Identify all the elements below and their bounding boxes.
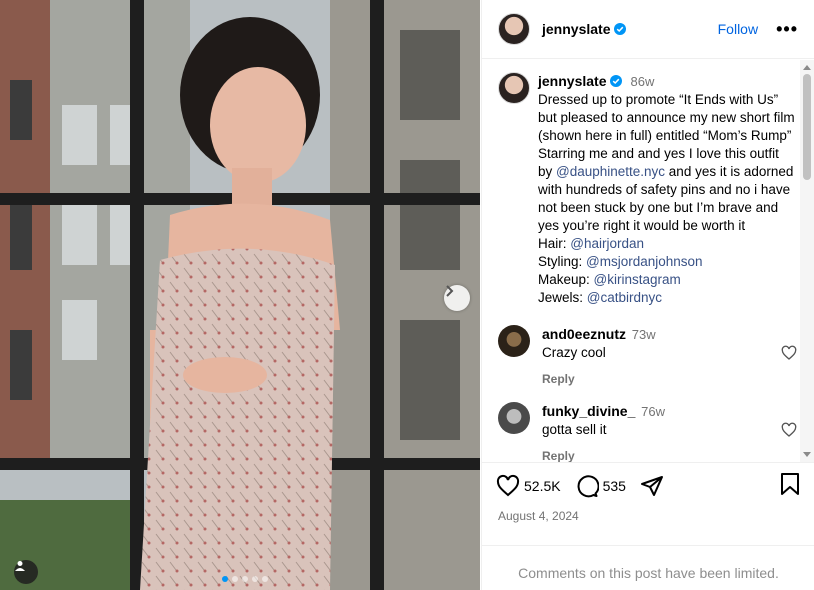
comment-age[interactable]: 76w xyxy=(641,404,665,419)
comment-username[interactable]: funky_divine_ xyxy=(542,403,635,419)
comment-username[interactable]: and0eeznutz xyxy=(542,326,626,342)
mention-link[interactable]: @kirinstagram xyxy=(594,272,681,287)
user-tag-icon xyxy=(15,561,25,571)
avatar[interactable] xyxy=(498,402,530,434)
credit-label: Styling: xyxy=(538,254,587,269)
like-button[interactable]: 52.5K xyxy=(496,474,575,498)
chevron-right-icon xyxy=(446,285,454,297)
photo-illustration xyxy=(0,0,480,590)
header-username[interactable]: jennyslate xyxy=(542,21,627,37)
post-actions: 52.5K 535 August 4, 2024 xyxy=(482,462,814,523)
scroll-down-arrow[interactable] xyxy=(803,452,811,457)
verified-badge-icon xyxy=(614,23,627,35)
verified-badge-icon xyxy=(610,75,623,87)
carousel-dot xyxy=(222,576,228,582)
caption-text: Dressed up to promote “It Ends with Us” … xyxy=(538,91,796,235)
share-icon xyxy=(640,476,663,496)
heart-icon xyxy=(496,474,520,497)
reply-button[interactable]: Reply xyxy=(542,447,665,462)
credit-label: Makeup: xyxy=(538,272,594,287)
credit-line: Hair: @hairjordan xyxy=(538,235,796,253)
comment-item: funky_divine_ 76w gotta sell it Reply xyxy=(482,402,814,462)
comment-button[interactable]: 535 xyxy=(575,474,640,498)
tagged-users-button[interactable] xyxy=(14,560,38,584)
save-button[interactable] xyxy=(779,472,801,501)
post-details-pane: jennyslate Follow ••• jennyslate 86w Dres… xyxy=(481,0,814,590)
caption-age[interactable]: 86w xyxy=(630,74,654,89)
scrollbar[interactable] xyxy=(800,60,814,462)
carousel-indicator xyxy=(222,576,268,582)
scroll-up-arrow[interactable] xyxy=(803,65,811,70)
mention-link[interactable]: @msjordanjohnson xyxy=(586,254,703,269)
post-header: jennyslate Follow ••• xyxy=(482,0,814,59)
carousel-dot xyxy=(242,576,248,582)
comments-scroll-area[interactable]: jennyslate 86w Dressed up to promote “It … xyxy=(482,60,814,462)
credit-label: Hair: xyxy=(538,236,571,251)
comment-item: and0eeznutz 73w Crazy cool Reply xyxy=(482,325,814,388)
header-username-text[interactable]: jennyslate xyxy=(542,21,610,37)
carousel-dot xyxy=(262,576,268,582)
credit-line: Styling: @msjordanjohnson xyxy=(538,253,796,271)
more-options-icon[interactable]: ••• xyxy=(776,19,798,40)
bookmark-icon xyxy=(781,472,799,495)
comment-icon xyxy=(577,475,599,498)
comment-count[interactable]: 535 xyxy=(603,478,626,494)
post-photo[interactable] xyxy=(0,0,480,590)
comment-text: gotta sell it xyxy=(542,422,607,437)
comment-text: Crazy cool xyxy=(542,345,606,360)
avatar[interactable] xyxy=(498,13,530,45)
scrollbar-thumb[interactable] xyxy=(803,74,811,180)
carousel-next-button[interactable] xyxy=(444,285,470,311)
carousel-dot xyxy=(252,576,258,582)
like-count[interactable]: 52.5K xyxy=(524,478,561,494)
caption-username[interactable]: jennyslate xyxy=(538,73,606,89)
comment-age[interactable]: 73w xyxy=(632,327,656,342)
mention-link[interactable]: @hairjordan xyxy=(570,236,644,251)
post-caption: jennyslate 86w Dressed up to promote “It … xyxy=(482,60,814,307)
heart-icon[interactable] xyxy=(781,422,797,438)
share-button[interactable] xyxy=(640,474,664,498)
carousel-dot xyxy=(232,576,238,582)
mention-link[interactable]: @dauphinette.nyc xyxy=(556,164,665,179)
credit-line: Makeup: @kirinstagram xyxy=(538,271,796,289)
comments-limited-notice: Comments on this post have been limited. xyxy=(482,545,814,590)
reply-button[interactable]: Reply xyxy=(542,370,656,388)
heart-icon[interactable] xyxy=(781,345,797,361)
post-date[interactable]: August 4, 2024 xyxy=(482,509,814,523)
follow-button[interactable]: Follow xyxy=(718,21,758,37)
credit-line: Jewels: @catbirdnyc xyxy=(538,289,796,307)
avatar[interactable] xyxy=(498,325,530,357)
mention-link[interactable]: @catbirdnyc xyxy=(587,290,662,305)
avatar[interactable] xyxy=(498,72,530,104)
credit-label: Jewels: xyxy=(538,290,587,305)
